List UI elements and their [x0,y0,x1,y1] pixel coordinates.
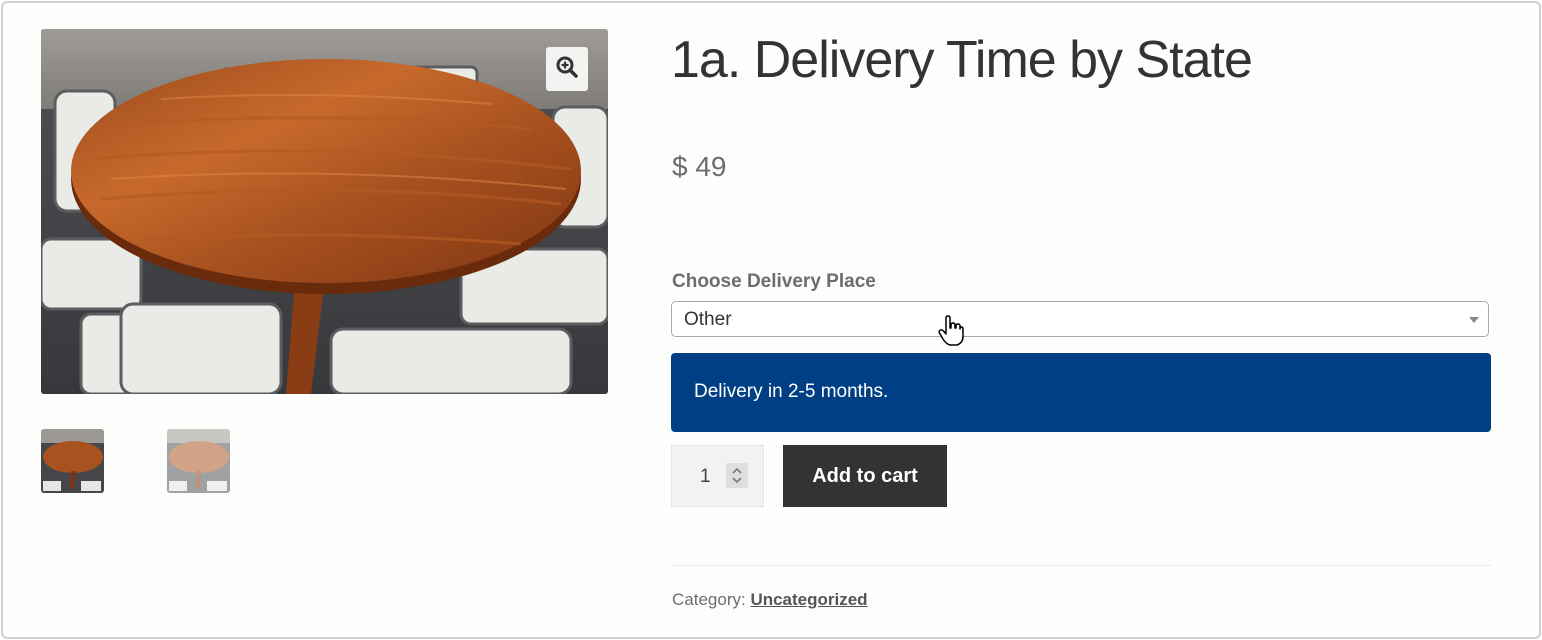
thumbnail-1[interactable] [41,429,104,493]
add-to-cart-button[interactable]: Add to cart [783,445,947,507]
thumbnail-2[interactable] [167,429,230,493]
chevron-down-icon [1469,317,1479,323]
delivery-notice: Delivery in 2-5 months. [671,353,1491,432]
product-meta: Category: Uncategorized [672,590,868,610]
product-title: 1a. Delivery Time by State [671,31,1253,89]
quantity-spinner[interactable] [726,463,748,488]
quantity-stepper[interactable]: 1 [671,445,764,507]
category-label: Category: [672,590,746,609]
delivery-place-select[interactable]: Other [671,301,1489,337]
category-link[interactable]: Uncategorized [750,590,867,609]
divider [671,565,1491,566]
quantity-value: 1 [700,466,711,487]
delivery-place-label: Choose Delivery Place [672,271,876,292]
delivery-notice-text: Delivery in 2-5 months. [694,381,889,402]
delivery-place-selected: Other [684,309,732,330]
product-price: $ 49 [672,151,727,182]
zoom-button[interactable] [546,47,588,91]
zoom-in-icon [556,56,578,83]
main-product-image[interactable] [41,29,608,394]
hand-pointer-icon [938,315,964,352]
